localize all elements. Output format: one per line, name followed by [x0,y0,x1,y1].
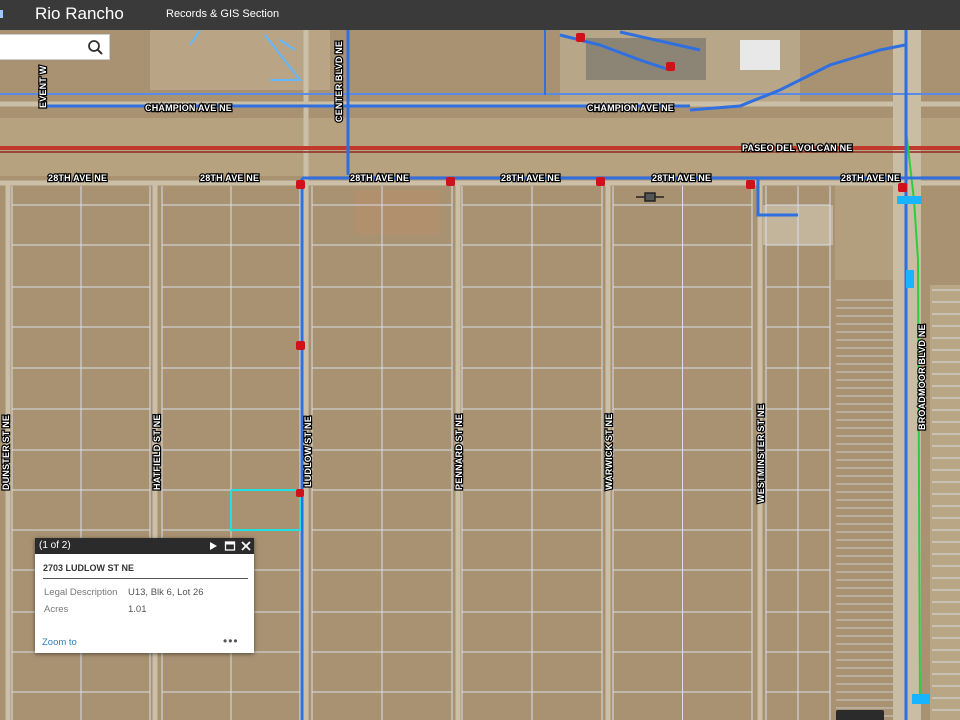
hydrant-icon[interactable] [576,33,585,42]
road-label-28th-5: 28TH AVE NE [652,173,711,183]
more-actions-button[interactable]: ••• [223,634,239,648]
attr-value-legal-description: U13, Blk 6, Lot 26 [128,587,204,598]
app-title: Rio Rancho [35,4,124,23]
attr-label-acres: Acres [44,604,69,615]
play-icon[interactable] [206,539,220,553]
building [740,40,780,70]
hydrant-icon[interactable] [596,177,605,186]
development-area [150,30,330,90]
facility-marker [906,270,914,288]
attr-label-legal-description: Legal Description [44,587,118,598]
app-header: Rio Rancho Records & GIS Section [0,0,960,30]
menu-button[interactable] [0,10,3,18]
road-label-ludlow: LUDLOW ST NE [303,416,313,487]
hydrant-icon[interactable] [746,180,755,189]
road-label-center-blvd: CENTER BLVD NE [334,41,344,122]
hydrant-icon[interactable] [296,341,305,350]
road-label-28th-4: 28TH AVE NE [501,173,560,183]
hydrant-icon[interactable] [296,180,305,189]
app-subtitle: Records & GIS Section [166,8,280,20]
road-label-28th-6: 28TH AVE NE [841,173,900,183]
search-icon[interactable] [86,38,106,58]
facility-marker [897,196,922,204]
zoom-to-link[interactable]: Zoom to [42,637,77,648]
popup-pager: (1 of 2) [39,540,71,551]
road-label-champion-1: CHAMPION AVE NE [145,103,232,113]
road-label-28th-3: 28TH AVE NE [350,173,409,183]
popup-divider [43,578,248,579]
road-label-paseo: PASEO DEL VOLCAN NE [742,143,852,153]
hydrant-icon[interactable] [666,62,675,71]
search-box [0,34,110,60]
search-input[interactable] [2,38,88,58]
attr-value-acres: 1.01 [128,604,147,615]
popup-title: 2703 LUDLOW ST NE [43,563,135,573]
road-label-dunster: DUNSTER ST NE [1,415,11,490]
road-label-westminster: WESTMINSTER ST NE [756,404,766,503]
road-label-broadmoor: BROADMOOR BLVD NE [917,324,927,430]
parking-lot [586,38,706,80]
hydrant-icon[interactable] [446,177,455,186]
maximize-icon[interactable] [223,539,237,553]
road-label-hatfield: HATFIELD ST NE [152,414,162,490]
road-label-warwick: WARWICK ST NE [604,414,614,490]
road-label-28th-2: 28TH AVE NE [200,173,259,183]
feature-popup: (1 of 2) 2703 LUDLOW ST NE Legal Descrip… [35,538,254,653]
road-label-pennard: PENNARD ST NE [454,414,464,490]
disturbed-ground [355,190,440,235]
graded-lot [835,185,895,280]
close-icon[interactable] [239,539,253,553]
road-label-event-way: EVENT W [38,65,48,108]
hydrant-icon[interactable] [898,183,907,192]
facility-marker [912,694,930,704]
road-label-champion-2: CHAMPION AVE NE [587,103,674,113]
road-label-28th-1: 28TH AVE NE [48,173,107,183]
map-widget-tab[interactable] [836,710,884,720]
popup-header: (1 of 2) [35,538,254,554]
hydrant-icon[interactable] [296,489,304,497]
